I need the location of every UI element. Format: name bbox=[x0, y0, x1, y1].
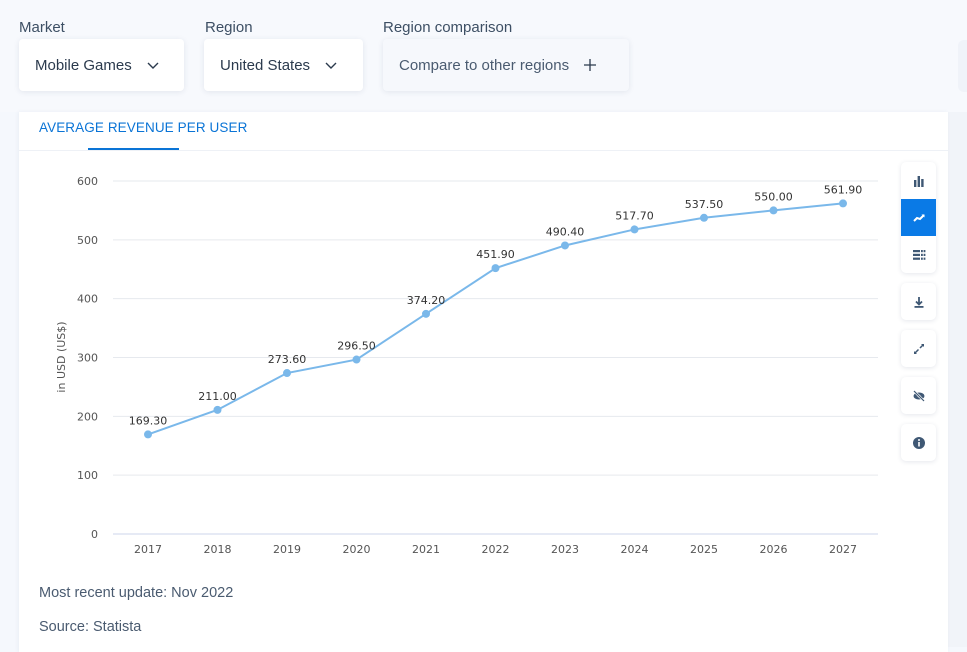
info-group bbox=[901, 424, 936, 461]
line-chart: 0 100 200 300 400 500 600 2017 2018 2019 2020 2021… bbox=[55, 175, 878, 556]
x-tick-label: 2017 bbox=[134, 543, 162, 556]
x-axis-ticks: 2017 2018 2019 2020 2021 2022 2023 2024 2025 2026… bbox=[134, 543, 857, 556]
data-point[interactable] bbox=[352, 355, 361, 364]
data-labels: 169.30 211.00 273.60 296.50 374.20 451.90 490.… bbox=[129, 183, 863, 427]
data-point[interactable] bbox=[630, 225, 639, 234]
data-label: 517.70 bbox=[615, 209, 654, 222]
chart-type-group bbox=[901, 162, 936, 273]
data-point[interactable] bbox=[491, 264, 500, 273]
data-label: 169.30 bbox=[129, 414, 168, 427]
line-chart-icon bbox=[912, 213, 925, 222]
series-line-path bbox=[147, 202, 844, 436]
y-tick-label: 200 bbox=[77, 410, 98, 423]
data-label: 537.50 bbox=[685, 198, 724, 211]
x-tick-label: 2020 bbox=[343, 543, 371, 556]
data-label: 374.20 bbox=[407, 294, 446, 307]
expand-icon bbox=[913, 343, 924, 354]
x-tick-label: 2024 bbox=[621, 543, 649, 556]
y-axis-label: in USD (US$) bbox=[55, 321, 68, 392]
table-icon bbox=[912, 249, 925, 260]
info-icon bbox=[912, 436, 925, 449]
data-point[interactable] bbox=[700, 213, 708, 222]
data-point[interactable] bbox=[283, 369, 291, 378]
expand-group bbox=[901, 330, 936, 367]
data-point[interactable] bbox=[769, 206, 778, 215]
data-point[interactable] bbox=[422, 309, 430, 318]
x-tick-label: 2023 bbox=[551, 543, 579, 556]
data-label: 211.00 bbox=[198, 390, 237, 403]
gridlines bbox=[113, 180, 878, 535]
data-label: 273.60 bbox=[268, 353, 307, 366]
y-tick-label: 600 bbox=[77, 175, 98, 188]
chart-toolbar bbox=[901, 162, 936, 471]
info-button[interactable] bbox=[901, 424, 936, 461]
x-tick-label: 2027 bbox=[829, 543, 857, 556]
data-point[interactable] bbox=[839, 199, 847, 208]
x-tick-label: 2026 bbox=[760, 543, 788, 556]
bar-chart-icon bbox=[913, 175, 924, 187]
y-tick-label: 0 bbox=[91, 528, 98, 541]
data-label: 451.90 bbox=[476, 248, 515, 261]
hide-group bbox=[901, 377, 936, 414]
data-point[interactable] bbox=[561, 241, 569, 250]
download-group bbox=[901, 283, 936, 320]
fullscreen-button[interactable] bbox=[901, 330, 936, 367]
x-tick-label: 2018 bbox=[204, 543, 232, 556]
y-tick-label: 400 bbox=[77, 293, 98, 306]
table-button[interactable] bbox=[901, 236, 936, 273]
y-tick-label: 100 bbox=[77, 469, 98, 482]
hide-icon bbox=[912, 389, 925, 402]
line-chart-button[interactable] bbox=[901, 199, 936, 236]
x-tick-label: 2021 bbox=[412, 543, 440, 556]
source-text: Source: Statista bbox=[39, 619, 142, 635]
bar-chart-button[interactable] bbox=[901, 162, 936, 199]
x-tick-label: 2025 bbox=[690, 543, 718, 556]
data-label: 561.90 bbox=[824, 183, 863, 196]
x-tick-label: 2022 bbox=[482, 543, 510, 556]
last-update-text: Most recent update: Nov 2022 bbox=[39, 585, 234, 601]
download-icon bbox=[914, 296, 923, 308]
data-label: 490.40 bbox=[546, 225, 585, 238]
y-tick-label: 500 bbox=[77, 234, 98, 247]
x-tick-label: 2019 bbox=[273, 543, 301, 556]
data-label: 296.50 bbox=[337, 340, 376, 353]
data-point[interactable] bbox=[144, 430, 152, 439]
download-button[interactable] bbox=[901, 283, 936, 320]
data-label: 550.00 bbox=[754, 190, 793, 203]
hide-button[interactable] bbox=[901, 377, 936, 414]
data-point[interactable] bbox=[213, 405, 222, 414]
y-axis-ticks: 0 100 200 300 400 500 600 bbox=[77, 175, 98, 541]
y-tick-label: 300 bbox=[77, 352, 98, 365]
series-line bbox=[144, 199, 847, 439]
